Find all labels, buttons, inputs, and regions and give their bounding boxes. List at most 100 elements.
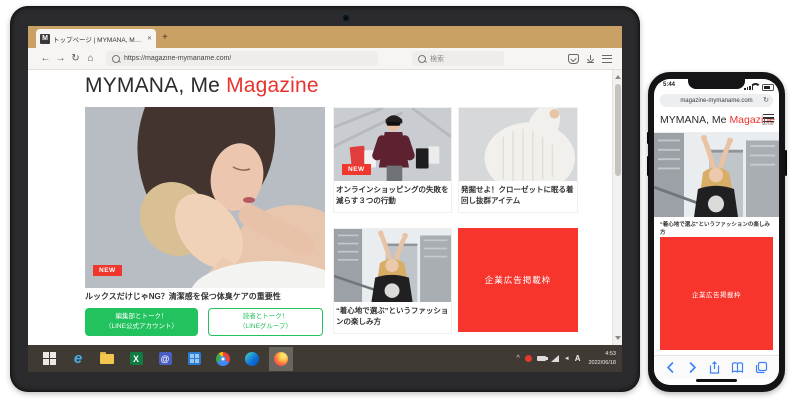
webpage-content: MYMANA, Me Magazine	[28, 70, 622, 345]
windows-icon	[43, 352, 56, 365]
pocket-icon[interactable]	[568, 54, 579, 64]
clock-date: 2022/06/18	[588, 359, 616, 367]
phone-power-button	[785, 150, 787, 176]
taskbar-chrome[interactable]	[215, 351, 231, 367]
browser-toolbar: ← → ↻ ⌂ https://magazine-mymaname.com/ 検…	[28, 48, 622, 70]
line-official-label-2: （LINE公式アカウント）	[105, 322, 178, 332]
address-url: https://magazine-mymaname.com/	[124, 55, 231, 62]
article-shopping-title[interactable]: オンラインショッピングの失敗を減らす３つの行動	[334, 181, 451, 212]
wifi-icon	[750, 83, 761, 94]
bookmarks-icon[interactable]	[731, 361, 744, 374]
new-tab-button[interactable]: +	[162, 31, 168, 45]
taskbar-clock[interactable]: 4:53 2022/06/18	[588, 350, 616, 367]
browser-tab-bar: M トップページ | MYMANA, Me Magazine ✕ +	[28, 26, 622, 48]
menu-icon[interactable]	[602, 55, 612, 63]
article-fashion-title[interactable]: “着心地で選ぶ”というファッションの楽しみ方	[334, 302, 451, 333]
hero-photo[interactable]: NEW	[85, 107, 325, 288]
forward-icon[interactable]: →	[53, 53, 68, 64]
internet-explorer-icon: e	[74, 352, 82, 366]
mail-icon: @	[159, 352, 172, 365]
start-button[interactable]	[41, 351, 57, 367]
taskbar-internet-explorer[interactable]: e	[70, 351, 86, 367]
new-badge: NEW	[342, 164, 371, 175]
taskbar-file-explorer[interactable]	[99, 351, 115, 367]
speaker-icon[interactable]: ◄	[564, 356, 570, 362]
screenshot-stage: M トップページ | MYMANA, Me Magazine ✕ + ← → ↻…	[0, 0, 800, 400]
taskbar-excel[interactable]: X	[128, 351, 144, 367]
article-closet-title[interactable]: 発掘せよ！クローゼットに眠る着回し抜群アイテム	[459, 181, 577, 212]
taskbar-mail[interactable]: @	[157, 351, 173, 367]
search-icon	[112, 55, 120, 63]
search-icon	[418, 55, 426, 63]
folder-icon	[100, 354, 114, 364]
phone-device: 5:44 magazine-mymaname.com ↻ MYMANA, Me …	[648, 72, 785, 392]
hero-photo-image	[85, 107, 325, 288]
mobile-site-title-main: MYMANA, Me	[660, 114, 727, 126]
phone-mute-switch	[647, 132, 649, 144]
site-favicon-icon: M	[40, 34, 50, 44]
fashion-photo-image	[334, 229, 451, 302]
line-group-button[interactable]: 読者とトーク！ （LINEグループ）	[208, 308, 323, 336]
firefox-icon	[274, 352, 288, 366]
hero-article[interactable]: NEW	[85, 107, 325, 288]
home-icon[interactable]: ⌂	[83, 53, 98, 64]
back-icon[interactable]	[665, 361, 676, 374]
scrollbar-thumb[interactable]	[615, 84, 621, 176]
share-icon[interactable]	[708, 361, 721, 374]
phone-volume-button	[647, 156, 649, 176]
mobile-article-photo[interactable]	[654, 133, 779, 217]
edge-icon	[245, 352, 259, 366]
network-signal-icon[interactable]	[551, 355, 559, 362]
mobile-site-header: MYMANA, Me Magazine MENU	[654, 109, 779, 133]
article-fashion[interactable]: “着心地で選ぶ”というファッションの楽しみ方	[333, 228, 452, 334]
site-title-accent: Magazine	[226, 74, 319, 97]
system-tray: ^ ◄ A 4:53 2022/06/18	[516, 350, 622, 367]
hero-article-title[interactable]: ルックスだけじゃNG？清潔感を保つ体臭ケアの重要性	[85, 291, 329, 302]
chrome-icon	[216, 352, 230, 366]
article-closet-photo[interactable]	[459, 108, 577, 181]
mobile-reload-icon[interactable]: ↻	[763, 96, 769, 104]
download-icon[interactable]	[586, 55, 595, 63]
home-indicator[interactable]	[696, 379, 737, 382]
address-bar[interactable]: https://magazine-mymaname.com/	[106, 51, 378, 66]
line-group-label-1: 読者とトーク！	[243, 312, 289, 322]
line-official-label-1: 編集部とトーク！	[116, 312, 168, 322]
laptop-screen: M トップページ | MYMANA, Me Magazine ✕ + ← → ↻…	[28, 26, 622, 372]
line-official-button[interactable]: 編集部とトーク！ （LINE公式アカウント）	[85, 308, 198, 336]
browser-tab-active[interactable]: M トップページ | MYMANA, Me Magazine ✕	[36, 29, 156, 48]
site-title: MYMANA, Me Magazine	[85, 74, 319, 98]
mobile-menu-button[interactable]: MENU	[762, 114, 774, 126]
article-shopping-photo[interactable]: NEW	[334, 108, 451, 181]
status-time: 5:44	[663, 82, 675, 88]
article-fashion-photo[interactable]	[334, 229, 451, 302]
article-closet[interactable]: 発掘せよ！クローゼットに眠る着回し抜群アイテム	[458, 107, 578, 213]
reload-icon[interactable]: ↻	[68, 53, 83, 64]
battery-icon	[762, 84, 774, 91]
search-box[interactable]: 検索	[412, 51, 504, 66]
taskbar-firefox-active[interactable]	[273, 351, 289, 367]
mobile-ad-banner[interactable]: 企業広告掲載枠	[660, 237, 773, 350]
scroll-up-icon[interactable]	[615, 75, 621, 79]
tab-close-icon[interactable]: ✕	[147, 35, 152, 42]
notification-icon[interactable]	[525, 355, 532, 362]
phone-notch	[688, 79, 745, 89]
windows-taskbar: e X @ ^ ◄ A 4:53 2022/06/18	[28, 345, 622, 372]
ad-banner[interactable]: 企業広告掲載枠	[458, 228, 578, 332]
ime-mode-indicator[interactable]: A	[575, 354, 581, 363]
tabs-icon[interactable]	[755, 361, 768, 374]
tray-expand-icon[interactable]: ^	[516, 356, 519, 362]
sweater-photo-image	[459, 108, 577, 181]
excel-icon: X	[130, 352, 143, 365]
mobile-menu-label: MENU	[762, 122, 774, 126]
article-shopping[interactable]: NEW オンラインショッピングの失敗を減らす３つの行動	[333, 107, 452, 213]
scroll-down-icon[interactable]	[615, 336, 621, 340]
mobile-address-bar[interactable]: magazine-mymaname.com ↻	[660, 94, 773, 107]
ad-banner-label: 企業広告掲載枠	[485, 274, 552, 286]
back-icon[interactable]: ←	[38, 53, 53, 64]
taskbar-edge[interactable]	[244, 351, 260, 367]
new-badge: NEW	[93, 265, 122, 276]
forward-icon[interactable]	[687, 361, 698, 374]
page-scrollbar[interactable]	[612, 70, 622, 345]
battery-icon[interactable]	[537, 356, 546, 361]
taskbar-app-grid[interactable]	[186, 351, 202, 367]
